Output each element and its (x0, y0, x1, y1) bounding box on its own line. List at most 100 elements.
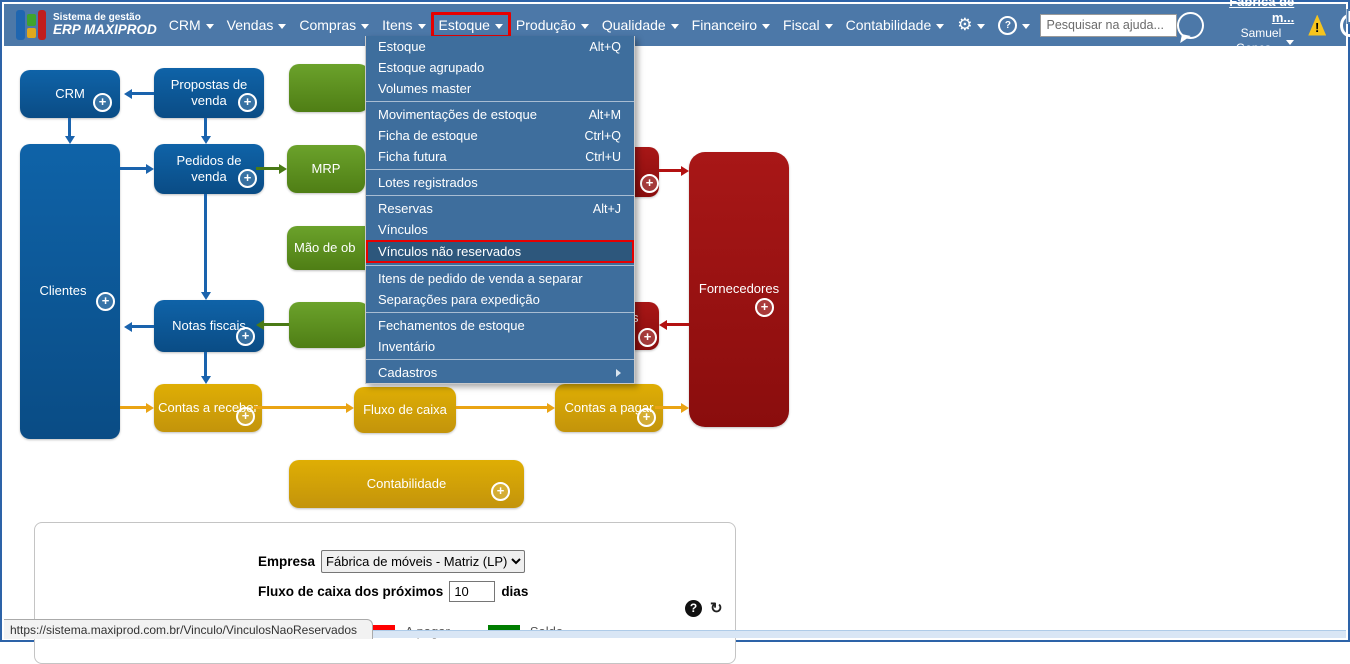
plus-icon[interactable]: + (491, 482, 510, 501)
chevron-down-icon (1286, 39, 1295, 45)
user-menu[interactable]: Samuel Gonça... (1218, 26, 1295, 56)
plus-icon[interactable]: + (93, 93, 112, 112)
user-name: Samuel Gonça... (1235, 26, 1282, 56)
empresa-label: Empresa (258, 554, 316, 569)
menu-item-inventario[interactable]: Inventário (366, 336, 634, 357)
plus-icon[interactable]: + (755, 297, 774, 317)
nav-label: Fiscal (783, 17, 820, 33)
menu-item-lotes-registrados[interactable]: Lotes registrados (366, 172, 634, 193)
menu-item-fechamentos-de-estoque[interactable]: Fechamentos de estoque (366, 315, 634, 336)
menu-item-reservas[interactable]: Reservas Alt+J (366, 198, 634, 219)
search-input[interactable] (1040, 13, 1178, 37)
nav-compras[interactable]: Compras (299, 17, 370, 33)
menu-item-itens-de-pedido-de-venda-a-separar[interactable]: Itens de pedido de venda a separar (366, 268, 634, 289)
nav-label: Qualidade (601, 17, 666, 33)
menu-item-estoque-agrupado[interactable]: Estoque agrupado (366, 57, 634, 78)
menu-separator (366, 101, 634, 102)
menu-item-vinculos-nao-reservados[interactable]: Vínculos não reservados (366, 240, 634, 263)
nav-vendas[interactable]: Vendas (227, 17, 287, 33)
plus-icon[interactable]: + (640, 174, 659, 193)
shortcut-label: Alt+M (588, 107, 621, 122)
nav-producao[interactable]: Produção (516, 17, 589, 33)
flow-node-contas-a-receber[interactable]: Contas a receber + (154, 384, 262, 432)
nav-label: Itens (382, 17, 413, 33)
flow-node-contas-a-pagar[interactable]: Contas a pagar + (555, 384, 663, 432)
help-icon[interactable]: ? (685, 599, 702, 617)
brand-name: ERP MAXIPROD (53, 22, 157, 38)
flow-node-green-hidden-top[interactable] (289, 64, 369, 112)
menu-item-label: Movimentações de estoque (378, 107, 537, 122)
dias-input[interactable] (449, 581, 496, 602)
flow-node-fluxo-de-caixa[interactable]: Fluxo de caixa (354, 387, 456, 433)
flow-node-fornecedores[interactable]: Fornecedores + (689, 152, 789, 427)
company-link[interactable]: Fábrica de m... (1218, 0, 1294, 26)
plus-icon[interactable]: + (637, 408, 656, 427)
nav-qualidade[interactable]: Qualidade (602, 17, 679, 33)
status-url-tooltip: https://sistema.maxiprod.com.br/Vinculo/… (4, 619, 373, 639)
menu-item-separacoes-para-expedicao[interactable]: Separações para expedição (366, 289, 634, 310)
nav-contabilidade[interactable]: Contabilidade (846, 17, 945, 33)
chevron-down-icon (762, 23, 771, 29)
submenu-arrow-icon (616, 368, 621, 377)
chevron-down-icon (205, 23, 214, 29)
node-label: MRP (311, 160, 341, 176)
shortcut-label: Ctrl+U (585, 149, 621, 164)
menu-separator (366, 195, 634, 196)
flow-arrow (204, 352, 207, 376)
flow-arrow (120, 167, 146, 170)
flow-arrow (68, 118, 71, 136)
topbar-right-cluster: Fábrica de m... Samuel Gonça... ! (1177, 0, 1350, 56)
menu-item-vinculos[interactable]: Vínculos (366, 219, 634, 240)
chat-icon[interactable] (1177, 11, 1204, 39)
help-menu[interactable]: ? (998, 15, 1031, 35)
chevron-down-icon (494, 23, 503, 29)
account-area: Fábrica de m... Samuel Gonça... (1218, 0, 1295, 56)
nav-label: Vendas (226, 17, 274, 33)
menu-item-label: Separações para expedição (378, 292, 540, 307)
nav-itens[interactable]: Itens (382, 17, 426, 33)
menu-item-cadastros[interactable]: Cadastros (366, 362, 634, 383)
menu-item-ficha-futura[interactable]: Ficha futura Ctrl+U (366, 146, 634, 167)
nav-estoque[interactable]: Estoque (430, 12, 511, 38)
plus-icon[interactable]: + (236, 407, 255, 426)
node-label: Notas fiscais (172, 317, 246, 333)
nav-crm[interactable]: CRM (169, 17, 214, 33)
plus-icon[interactable]: + (238, 169, 257, 188)
flow-node-propostas-de-venda[interactable]: Propostas de venda + (154, 68, 264, 118)
flow-node-clientes[interactable]: Clientes + (20, 144, 120, 439)
plus-icon[interactable]: + (96, 292, 115, 311)
top-navigation-bar: Sistema de gestão ERP MAXIPROD CRM Venda… (4, 0, 1350, 55)
plus-icon[interactable]: + (236, 327, 255, 346)
nav-fiscal[interactable]: Fiscal (783, 17, 833, 33)
menu-item-ficha-de-estoque[interactable]: Ficha de estoque Ctrl+Q (366, 125, 634, 146)
warning-icon[interactable]: ! (1308, 14, 1327, 36)
flow-node-notas-fiscais[interactable]: Notas fiscais + (154, 300, 264, 352)
menu-item-label: Vínculos (378, 222, 428, 237)
nav-financeiro[interactable]: Financeiro (692, 17, 771, 33)
refresh-icon[interactable]: ↻ (710, 599, 723, 617)
menu-item-movimentacoes-de-estoque[interactable]: Movimentações de estoque Alt+M (366, 104, 634, 125)
chevron-down-icon (361, 23, 370, 29)
menu-item-label: Itens de pedido de venda a separar (378, 271, 583, 286)
nav-label: Produção (515, 17, 576, 33)
menu-item-volumes-master[interactable]: Volumes master (366, 78, 634, 99)
flow-node-contabilidade[interactable]: Contabilidade + (289, 460, 524, 508)
flow-node-crm[interactable]: CRM + (20, 70, 120, 118)
empresa-select[interactable]: Fábrica de móveis - Matriz (LP) (321, 550, 526, 573)
flow-node-green-hidden-mid[interactable] (289, 302, 369, 348)
flow-node-mao-de-obra[interactable]: Mão de ob (287, 226, 376, 270)
plus-icon[interactable]: + (238, 93, 257, 112)
chevron-down-icon (977, 23, 986, 29)
plus-icon[interactable]: + (638, 328, 657, 347)
menu-item-label: Lotes registrados (378, 175, 478, 190)
flow-node-mrp[interactable]: MRP (287, 145, 365, 193)
flow-node-pedidos-de-venda[interactable]: Pedidos de venda + (154, 144, 264, 194)
shortcut-label: Alt+J (592, 201, 621, 216)
power-logout-icon[interactable] (1340, 13, 1350, 37)
node-label: Contabilidade (366, 475, 447, 491)
shortcut-label: Alt+Q (589, 39, 621, 54)
menu-item-label: Ficha futura (378, 149, 447, 164)
help-icon: ? (998, 15, 1018, 35)
menu-item-estoque[interactable]: Estoque Alt+Q (366, 36, 634, 57)
settings-menu[interactable]: ⚙ (957, 15, 986, 35)
